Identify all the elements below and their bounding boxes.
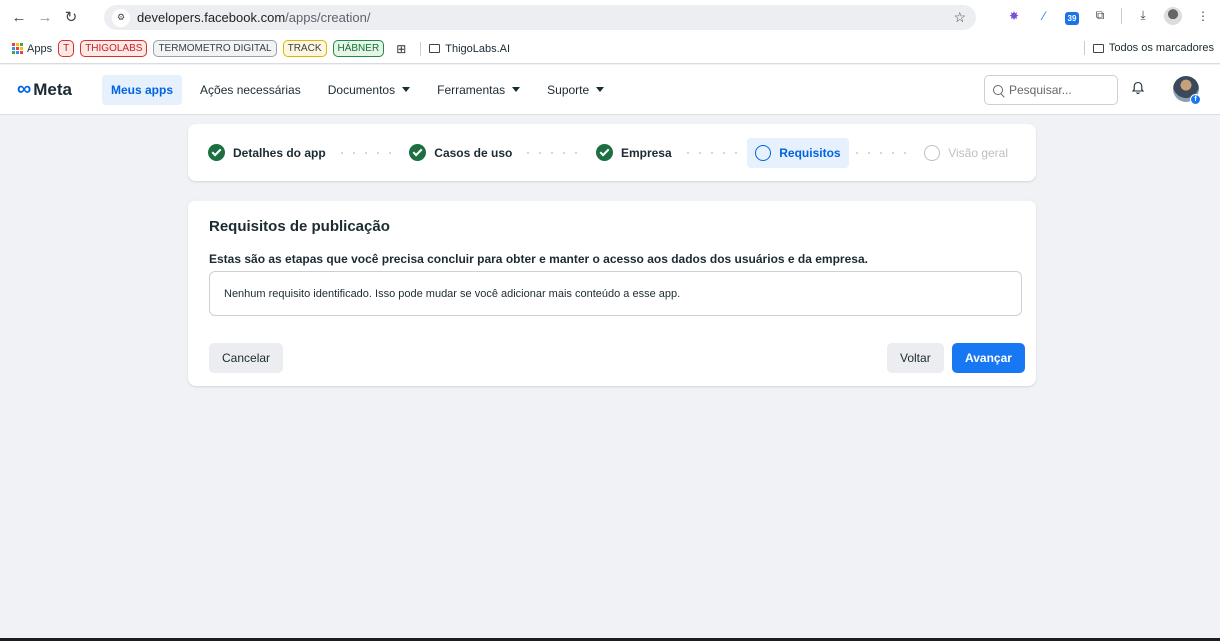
- check-circle-icon: [409, 144, 427, 161]
- all-bookmarks-folder-icon: [1092, 43, 1104, 53]
- step-requirements[interactable]: Requisitos: [747, 137, 849, 168]
- requirements-card: Requisitos de publicação Estas são as et…: [188, 199, 1036, 386]
- requirements-message-box: Nenhum requisito identificado. Isso pode…: [209, 271, 1022, 316]
- nav-documents-label: Documentos: [327, 82, 396, 97]
- card-title: Requisitos de publicação: [209, 218, 390, 235]
- step-label: Detalhes do app: [233, 145, 326, 160]
- step-label: Casos de uso: [434, 145, 513, 160]
- extension-pen-icon[interactable]: ⁄: [1035, 7, 1053, 25]
- check-circle-icon: [595, 144, 613, 161]
- back-button[interactable]: Voltar: [887, 343, 944, 373]
- requirements-message: Nenhum requisito identificado. Isso pode…: [224, 287, 681, 300]
- caret-down-icon: [512, 87, 521, 92]
- next-button[interactable]: Avançar: [952, 343, 1025, 373]
- caret-down-icon: [402, 87, 411, 92]
- folder-label: ThigoLabs.AI: [445, 42, 511, 55]
- nav-required-actions[interactable]: Ações necessárias: [191, 75, 310, 105]
- search-input[interactable]: Pesquisar...: [984, 75, 1118, 105]
- browser-profile-avatar[interactable]: [1164, 6, 1182, 25]
- bookmarks-bar: Apps T THIGOLABS TERMOMETRO DIGITAL TRAC…: [0, 34, 1220, 64]
- check-circle-icon: [208, 144, 225, 161]
- url-path: /apps/creation/: [285, 10, 371, 25]
- step-use-cases[interactable]: Casos de uso: [401, 138, 520, 168]
- url-text[interactable]: developers.facebook.com/apps/creation/: [137, 10, 370, 25]
- all-bookmarks[interactable]: Todos os marcadores: [1076, 41, 1214, 55]
- nav-support[interactable]: Suporte: [538, 75, 613, 105]
- nav-my-apps[interactable]: Meus apps: [102, 74, 183, 105]
- all-bookmarks-label: Todos os marcadores: [1108, 42, 1214, 54]
- step-connector: [522, 151, 586, 154]
- step-overview: Visão geral: [916, 138, 1016, 168]
- bookmark-divider-right: [1083, 41, 1085, 55]
- browser-toolbar: ← → ↻ ⚙ developers.facebook.com/apps/cre…: [0, 0, 1220, 34]
- nav-documents[interactable]: Documentos: [319, 75, 419, 105]
- extensions-puzzle-icon[interactable]: ⧉: [1091, 7, 1109, 25]
- bookmark-habner[interactable]: HÁBNER: [332, 40, 385, 57]
- meta-infinity-icon: ∞: [17, 78, 32, 100]
- address-bar[interactable]: ⚙ developers.facebook.com/apps/creation/…: [104, 5, 976, 30]
- reload-icon[interactable]: ↻: [60, 6, 82, 28]
- step-connector: [681, 151, 746, 154]
- extensions-area: ✸ ⁄ 39 ⧉ ⤓ ⋮: [1005, 6, 1212, 25]
- bookmark-apps[interactable]: Apps: [12, 43, 52, 55]
- step-label: Requisitos: [779, 145, 841, 160]
- browser-menu-icon[interactable]: ⋮: [1194, 7, 1212, 25]
- step-business[interactable]: Empresa: [588, 138, 680, 168]
- notification-bell-icon[interactable]: [1131, 81, 1145, 95]
- nav-support-label: Suporte: [547, 82, 590, 97]
- bookmark-folder-thigolabs[interactable]: ThigoLabs.AI: [429, 43, 510, 55]
- nav-tools[interactable]: Ferramentas: [428, 75, 529, 105]
- meta-header: ∞ Meta Meus apps Ações necessárias Docum…: [0, 65, 1220, 115]
- facebook-badge-icon: f: [1190, 94, 1201, 105]
- calendar-badge: 39: [1067, 14, 1077, 23]
- step-connector: [850, 151, 915, 154]
- site-info-icon[interactable]: ⚙: [112, 8, 130, 27]
- browser-nav-buttons: ← → ↻: [8, 6, 82, 28]
- meta-logo[interactable]: ∞ Meta: [17, 78, 72, 101]
- apps-grid-icon: [12, 43, 23, 54]
- search-icon: [993, 85, 1003, 95]
- bookmark-track[interactable]: TRACK: [282, 40, 327, 57]
- pending-step-circle-icon: [924, 144, 941, 161]
- url-host: developers.facebook.com: [137, 10, 286, 25]
- nav-tools-label: Ferramentas: [437, 82, 506, 97]
- download-icon[interactable]: ⤓: [1134, 7, 1152, 25]
- caret-down-icon: [596, 87, 605, 92]
- step-app-details[interactable]: Detalhes do app: [200, 138, 334, 168]
- toolbar-divider: [1121, 7, 1122, 24]
- bookmark-divider: [420, 41, 422, 56]
- extension-flower-icon[interactable]: ✸: [1005, 7, 1023, 25]
- step-connector: [335, 151, 400, 154]
- bookmark-t[interactable]: T: [58, 40, 75, 57]
- search-placeholder: Pesquisar...: [1009, 83, 1072, 97]
- back-arrow-icon[interactable]: ←: [8, 6, 30, 28]
- folder-icon: [429, 44, 441, 53]
- calendar-extension-icon[interactable]: 39: [1065, 12, 1079, 25]
- card-subtitle: Estas são as etapas que você precisa con…: [209, 252, 868, 266]
- forward-arrow-icon[interactable]: →: [34, 6, 56, 28]
- step-label: Visão geral: [948, 145, 1009, 160]
- bookmark-thigolabs[interactable]: THIGOLABS: [80, 40, 148, 57]
- bookmark-star-icon[interactable]: ☆: [953, 9, 966, 26]
- cancel-button[interactable]: Cancelar: [209, 343, 284, 373]
- step-label: Empresa: [620, 145, 672, 160]
- bookmark-grid-icon[interactable]: ⊞: [396, 42, 406, 56]
- bookmark-termometro-digital[interactable]: TERMOMETRO DIGITAL: [153, 40, 277, 57]
- meta-logo-text: Meta: [33, 79, 72, 99]
- creation-stepper: Detalhes do app Casos de uso Empresa Req…: [188, 124, 1036, 181]
- current-step-circle-icon: [755, 144, 772, 161]
- apps-label: Apps: [27, 42, 53, 55]
